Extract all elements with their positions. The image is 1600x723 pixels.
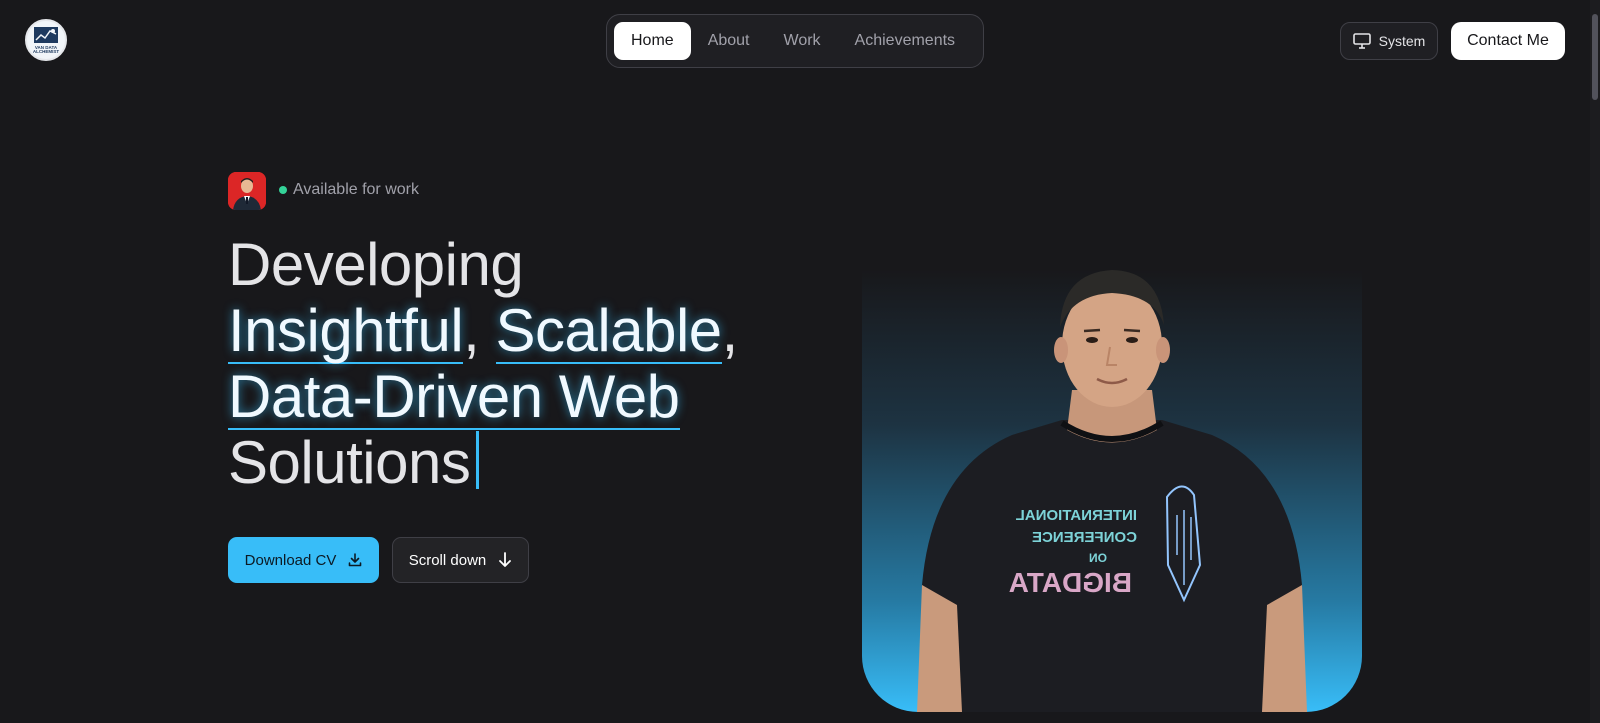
download-cv-label: Download CV bbox=[244, 551, 337, 569]
highlight-data-driven-web: Data-Driven Web bbox=[228, 363, 680, 430]
page-scrollbar[interactable] bbox=[1590, 0, 1600, 723]
portrait-photo: INTERNATIONAL CONFERENCE ON BIGDATA bbox=[917, 270, 1307, 712]
nav-item-work[interactable]: Work bbox=[767, 22, 838, 60]
status-text: Available for work bbox=[293, 181, 419, 198]
avatar bbox=[228, 172, 266, 210]
scroll-down-label: Scroll down bbox=[408, 551, 487, 569]
shirt-text-conference: CONFERENCE bbox=[1032, 529, 1137, 546]
avatar-portrait-icon bbox=[228, 172, 266, 210]
headline-line-4: Solutions bbox=[228, 430, 738, 496]
monitor-icon bbox=[1352, 33, 1371, 49]
headline-line-3: Data-Driven Web bbox=[228, 364, 738, 430]
shirt-text-international: INTERNATIONAL bbox=[1016, 507, 1137, 524]
availability-status: Available for work bbox=[279, 181, 419, 199]
highlight-scalable: Scalable bbox=[495, 297, 722, 364]
headline-comma-1: , bbox=[463, 297, 480, 364]
highlight-insightful: Insightful bbox=[228, 297, 464, 364]
headline-comma-2: , bbox=[721, 297, 739, 364]
shirt-text-bigdata: BIGDATA bbox=[1009, 567, 1132, 598]
hero-headline: Developing Insightful, Scalable, Data-Dr… bbox=[228, 232, 738, 496]
headline-solutions: Solutions bbox=[228, 429, 471, 496]
theme-system-label: System bbox=[1378, 33, 1426, 49]
typing-cursor bbox=[476, 431, 480, 489]
arrow-down-icon bbox=[499, 552, 512, 567]
nav-item-achievements[interactable]: Achievements bbox=[838, 22, 973, 60]
shirt-text-on: ON bbox=[1089, 551, 1107, 565]
theme-system-button[interactable]: System bbox=[1340, 22, 1438, 60]
main-navigation: Home About Work Achievements bbox=[606, 14, 984, 68]
download-icon bbox=[349, 553, 362, 567]
nav-item-home[interactable]: Home bbox=[614, 22, 691, 60]
contact-me-button[interactable]: Contact Me bbox=[1451, 22, 1565, 60]
logo-text-line2: ALCHEMIST bbox=[32, 49, 60, 54]
status-dot-icon bbox=[279, 186, 287, 194]
headline-line-1: Developing bbox=[228, 231, 524, 298]
scrollbar-thumb[interactable] bbox=[1592, 14, 1598, 100]
headline-line-2: Insightful, Scalable, bbox=[228, 298, 738, 364]
download-cv-button[interactable]: Download CV bbox=[228, 537, 379, 583]
site-logo[interactable]: VAN DATA ALCHEMIST bbox=[25, 19, 67, 61]
scroll-down-button[interactable]: Scroll down bbox=[392, 537, 529, 583]
logo-graphic-icon bbox=[34, 26, 58, 43]
nav-item-about[interactable]: About bbox=[691, 22, 767, 60]
